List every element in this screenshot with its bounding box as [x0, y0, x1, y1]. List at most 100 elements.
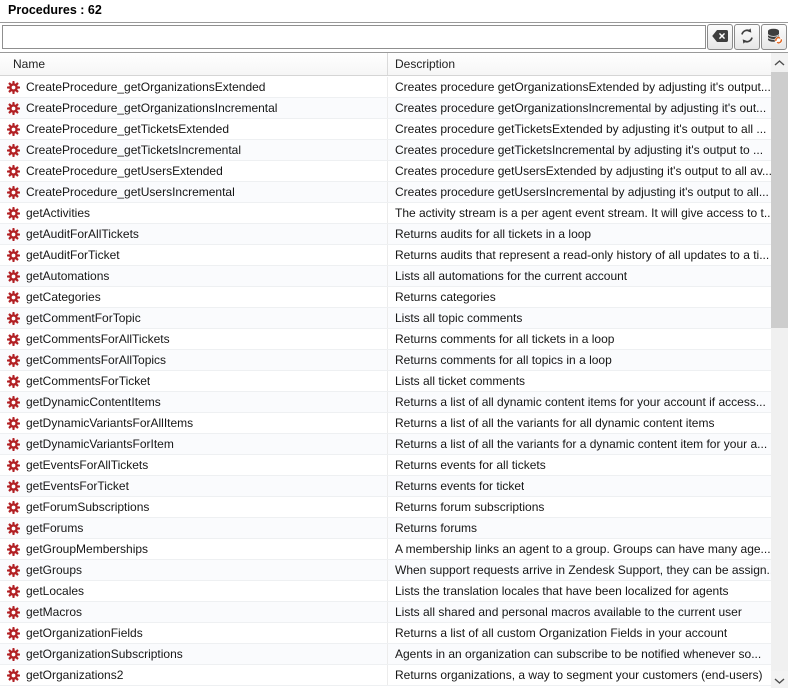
name-cell: getCommentsForAllTickets: [0, 329, 388, 349]
refresh-database-button[interactable]: [761, 24, 787, 50]
description-cell: A membership links an agent to a group. …: [388, 539, 771, 559]
procedure-gear-icon: [7, 669, 20, 682]
procedure-description: Returns events for all tickets: [395, 458, 546, 472]
procedure-name: getDynamicVariantsForAllItems: [26, 416, 193, 430]
procedure-gear-icon: [7, 144, 20, 157]
procedure-name: CreateProcedure_getUsersExtended: [26, 164, 223, 178]
name-cell: getDynamicContentItems: [0, 392, 388, 412]
table-row[interactable]: getLocales Lists the translation locales…: [0, 581, 771, 602]
scrollbar-track[interactable]: [771, 70, 788, 671]
description-cell: Returns events for all tickets: [388, 455, 771, 475]
table-row[interactable]: getOrganizationFields Returns a list of …: [0, 623, 771, 644]
name-cell: getAuditForTicket: [0, 245, 388, 265]
table-row[interactable]: getActivities The activity stream is a p…: [0, 203, 771, 224]
name-cell: getDynamicVariantsForItem: [0, 434, 388, 454]
table-row[interactable]: CreateProcedure_getTicketsExtended Creat…: [0, 119, 771, 140]
description-cell: The activity stream is a per agent event…: [388, 203, 771, 223]
table-row[interactable]: getCommentForTopic Lists all topic comme…: [0, 308, 771, 329]
backspace-icon: [712, 30, 728, 45]
description-cell: Lists all automations for the current ac…: [388, 266, 771, 286]
procedure-description: Returns forum subscriptions: [395, 500, 544, 514]
table-row[interactable]: getCommentsForAllTickets Returns comment…: [0, 329, 771, 350]
table-row[interactable]: CreateProcedure_getOrganizationsIncremen…: [0, 98, 771, 119]
procedure-name: getActivities: [26, 206, 90, 220]
procedure-name: getForumSubscriptions: [26, 500, 149, 514]
description-cell: Returns a list of all custom Organizatio…: [388, 623, 771, 643]
procedure-description: Agents in an organization can subscribe …: [395, 647, 761, 661]
description-cell: Creates procedure getTicketsIncremental …: [388, 140, 771, 160]
procedure-gear-icon: [7, 333, 20, 346]
table-row[interactable]: CreateProcedure_getUsersIncremental Crea…: [0, 182, 771, 203]
table-row[interactable]: getCategories Returns categories: [0, 287, 771, 308]
name-cell: getMacros: [0, 602, 388, 622]
table-row[interactable]: CreateProcedure_getOrganizationsExtended…: [0, 77, 771, 98]
name-cell: getForumSubscriptions: [0, 497, 388, 517]
table-row[interactable]: getCommentsForTicket Lists all ticket co…: [0, 371, 771, 392]
name-cell: getOrganizationSubscriptions: [0, 644, 388, 664]
name-cell: getAutomations: [0, 266, 388, 286]
procedure-description: Returns comments for all topics in a loo…: [395, 353, 612, 367]
name-cell: getCommentsForAllTopics: [0, 350, 388, 370]
table-row[interactable]: getGroups When support requests arrive i…: [0, 560, 771, 581]
table-row[interactable]: getAutomations Lists all automations for…: [0, 266, 771, 287]
description-cell: Returns comments for all topics in a loo…: [388, 350, 771, 370]
table-row[interactable]: getDynamicContentItems Returns a list of…: [0, 392, 771, 413]
table-row[interactable]: getOrganizationSubscriptions Agents in a…: [0, 644, 771, 665]
clear-filter-button[interactable]: [707, 24, 733, 50]
procedure-name: getAuditForAllTickets: [26, 227, 139, 241]
description-cell: Returns a list of all the variants for a…: [388, 434, 771, 454]
table-row[interactable]: getAuditForTicket Returns audits that re…: [0, 245, 771, 266]
table-row[interactable]: getEventsForAllTickets Returns events fo…: [0, 455, 771, 476]
table-row[interactable]: getCommentsForAllTopics Returns comments…: [0, 350, 771, 371]
description-cell: Lists all topic comments: [388, 308, 771, 328]
table-row[interactable]: CreateProcedure_getTicketsIncremental Cr…: [0, 140, 771, 161]
toolbar: [0, 23, 788, 53]
procedure-name: CreateProcedure_getOrganizationsIncremen…: [26, 101, 277, 115]
scroll-up-button[interactable]: [771, 53, 788, 70]
scroll-down-button[interactable]: [771, 671, 788, 688]
name-cell: getGroups: [0, 560, 388, 580]
table-row[interactable]: CreateProcedure_getUsersExtended Creates…: [0, 161, 771, 182]
procedure-name: getCommentsForAllTopics: [26, 353, 166, 367]
procedure-gear-icon: [7, 291, 20, 304]
table-row[interactable]: getForums Returns forums: [0, 518, 771, 539]
procedure-gear-icon: [7, 438, 20, 451]
procedure-gear-icon: [7, 501, 20, 514]
procedure-name: CreateProcedure_getTicketsIncremental: [26, 143, 241, 157]
description-cell: Lists the translation locales that have …: [388, 581, 771, 601]
procedure-name: getAuditForTicket: [26, 248, 120, 262]
procedure-name: getDynamicContentItems: [26, 395, 161, 409]
description-cell: Returns a list of all the variants for a…: [388, 413, 771, 433]
table-row[interactable]: getMacros Lists all shared and personal …: [0, 602, 771, 623]
procedure-description: Returns comments for all tickets in a lo…: [395, 332, 614, 346]
procedure-gear-icon: [7, 228, 20, 241]
table-row[interactable]: getDynamicVariantsForItem Returns a list…: [0, 434, 771, 455]
table-row[interactable]: getAuditForAllTickets Returns audits for…: [0, 224, 771, 245]
description-cell: Returns events for ticket: [388, 476, 771, 496]
table-row[interactable]: getGroupMemberships A membership links a…: [0, 539, 771, 560]
description-cell: Returns audits that represent a read-onl…: [388, 245, 771, 265]
procedure-description: Returns categories: [395, 290, 496, 304]
procedure-gear-icon: [7, 186, 20, 199]
column-header-name[interactable]: Name: [0, 53, 388, 75]
table-row[interactable]: getOrganizations2 Returns organizations,…: [0, 665, 771, 686]
name-cell: getEventsForTicket: [0, 476, 388, 496]
procedure-description: A membership links an agent to a group. …: [395, 542, 771, 556]
vertical-scrollbar[interactable]: [771, 53, 788, 688]
column-header-description[interactable]: Description: [388, 53, 771, 75]
description-cell: Creates procedure getUsersExtended by ad…: [388, 161, 771, 181]
procedure-gear-icon: [7, 375, 20, 388]
procedure-name: getCommentsForAllTickets: [26, 332, 170, 346]
chevron-up-icon: [774, 53, 785, 71]
table-row[interactable]: getDynamicVariantsForAllItems Returns a …: [0, 413, 771, 434]
table-row[interactable]: getEventsForTicket Returns events for ti…: [0, 476, 771, 497]
scrollbar-thumb[interactable]: [771, 72, 788, 328]
name-cell: getForums: [0, 518, 388, 538]
name-cell: getOrganizationFields: [0, 623, 388, 643]
filter-input[interactable]: [2, 25, 706, 49]
refresh-button[interactable]: [734, 24, 760, 50]
table-row[interactable]: getForumSubscriptions Returns forum subs…: [0, 497, 771, 518]
procedure-gear-icon: [7, 459, 20, 472]
procedure-gear-icon: [7, 606, 20, 619]
database-refresh-icon: [766, 28, 783, 47]
